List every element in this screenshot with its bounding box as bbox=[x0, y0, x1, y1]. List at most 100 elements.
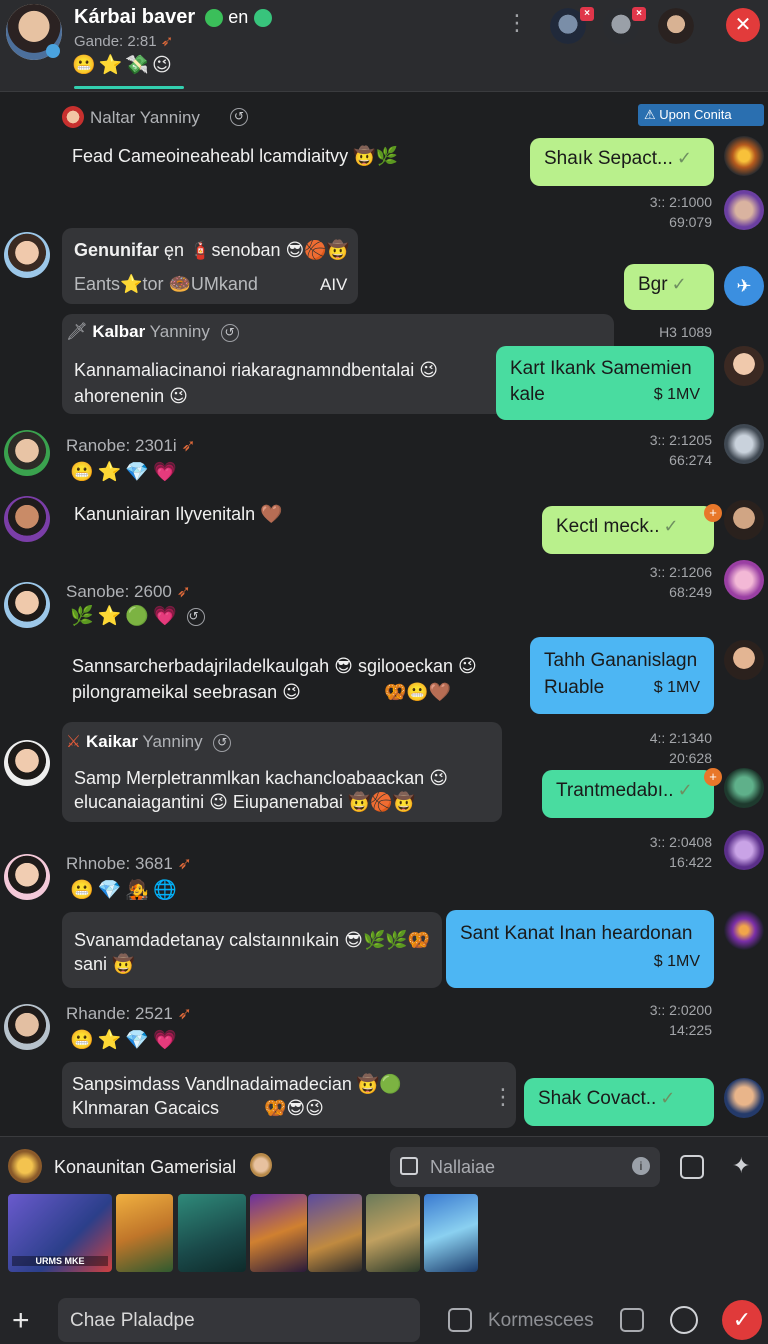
sender-avatar: ✈ bbox=[724, 266, 764, 306]
message-input-placeholder: Chae Plaladpe bbox=[70, 1310, 195, 1331]
media-thumbnail[interactable] bbox=[366, 1194, 420, 1272]
sender-avatar bbox=[4, 496, 50, 542]
message-trailing-emojis: 🥨😬🤎 bbox=[384, 682, 452, 702]
close-icon[interactable]: ✕ bbox=[726, 8, 760, 42]
media-thumbnail[interactable] bbox=[178, 1194, 246, 1272]
emoji-row: 😬⭐💎💗 bbox=[70, 462, 181, 483]
emoji-row: 😬💎🧑‍🎤🌐 bbox=[70, 880, 181, 901]
sender-avatar bbox=[4, 232, 50, 278]
info-icon[interactable]: i bbox=[632, 1157, 650, 1175]
chat-subtitle: Gande: 2:81 ➶ bbox=[74, 33, 174, 50]
sender-avatar bbox=[724, 424, 764, 464]
outgoing-message[interactable]: Kart Ikank Samemien kale $ 1MV bbox=[496, 346, 714, 420]
message-list[interactable]: Naltar Yanniny ↺ Fead Cameoineaheabl lca… bbox=[0, 92, 768, 1136]
outgoing-message[interactable]: Shak Covact.. ✓ bbox=[524, 1078, 714, 1126]
leaf-badge-icon bbox=[204, 8, 223, 27]
media-thumbnail[interactable]: URMS MKE bbox=[8, 1194, 112, 1272]
sword-icon: 🗡 bbox=[66, 322, 88, 341]
message-text: Kanuniairan Ilyvenitaln 🤎 bbox=[74, 504, 283, 524]
sender-avatar bbox=[4, 854, 50, 900]
sender-name: Ranobe: 2301i ➶ bbox=[66, 436, 196, 455]
verified-badge bbox=[46, 44, 60, 58]
message-text: pilongrameikal seebrasan 😉 bbox=[72, 682, 301, 702]
search-placeholder: Nallaiae bbox=[430, 1157, 496, 1177]
message-timestamp: 3:: 2:0408 16:422 bbox=[649, 834, 712, 870]
read-tick-icon: ✓ bbox=[660, 1088, 676, 1108]
secondary-label: Kormescees bbox=[488, 1310, 594, 1331]
sender-avatar bbox=[4, 1004, 50, 1050]
message-timestamp: 3:: 2:0200 14:225 bbox=[649, 1002, 712, 1038]
sender-name: 🗡 Kalbar Yanniny ↺ bbox=[66, 322, 239, 342]
globe-badge-icon bbox=[253, 8, 272, 27]
outgoing-message[interactable]: Sant Kanat Inan heardonan $ 1MV bbox=[446, 910, 714, 988]
add-reaction-icon[interactable]: + bbox=[704, 504, 722, 522]
message-text: Kannamaliacinanoi riakaragnamndbentalai … bbox=[74, 360, 438, 380]
outgoing-message[interactable]: Kectl meck.. ✓ bbox=[542, 506, 714, 554]
emoji-row: 🌿⭐🟢💗 ↺ bbox=[70, 606, 205, 627]
sender-avatar bbox=[724, 346, 764, 386]
sender-name: Rhande: 2521 ➶ bbox=[66, 1004, 192, 1023]
message-timestamp: 3:: 2:1206 68:249 bbox=[649, 564, 712, 600]
sender-avatar bbox=[724, 500, 764, 540]
bell-icon: ⚠ bbox=[644, 107, 656, 122]
media-thumbnail[interactable] bbox=[250, 1194, 307, 1272]
sender-avatar bbox=[62, 106, 84, 128]
header-tab-indicator bbox=[74, 86, 184, 89]
pin-icon[interactable]: ✦ bbox=[732, 1153, 750, 1179]
sticker-icon[interactable] bbox=[680, 1155, 704, 1179]
message-timestamp: 4:: 2:1340 20:628 bbox=[649, 730, 712, 766]
message-text: sani 🤠 bbox=[74, 954, 135, 974]
add-attachment-icon[interactable]: + bbox=[12, 1306, 30, 1336]
sender-avatar bbox=[724, 768, 764, 808]
sender-avatar bbox=[4, 582, 50, 628]
sender-avatar bbox=[724, 1078, 764, 1118]
crossed-swords-icon: ⚔ bbox=[66, 732, 82, 751]
message-timestamp: 3:: 2:1205 66:274 bbox=[649, 432, 712, 468]
sender-avatar bbox=[4, 740, 50, 786]
read-tick-icon: ✓ bbox=[671, 274, 687, 294]
sender-avatar bbox=[724, 640, 764, 680]
sender-name: Sanobe: 2600 ➶ bbox=[66, 582, 191, 601]
message-text: ahorenenin 😉 bbox=[74, 386, 188, 406]
outgoing-message[interactable]: Shaık Sepact... ✓ bbox=[530, 138, 714, 186]
chat-header: Kárbai baver en Gande: 2:81 ➶ 😬⭐💸😉 ⋮ × ×… bbox=[0, 0, 768, 92]
gif-icon[interactable] bbox=[620, 1308, 644, 1332]
outgoing-message[interactable]: Trantmedabı.. ✓ bbox=[542, 770, 714, 818]
channel-label: Konaunitan Gamerisial bbox=[54, 1157, 237, 1177]
message-text: Samp Merpletranmlkan kachancloabaackan 😉 bbox=[74, 768, 448, 788]
upcoming-button[interactable]: ⚠ Upon Conita bbox=[638, 104, 764, 126]
media-thumbnail[interactable] bbox=[424, 1194, 478, 1272]
remove-participant-icon[interactable]: × bbox=[580, 7, 594, 21]
send-button[interactable]: ✓ bbox=[722, 1300, 762, 1340]
message-text: Sannsarcherbadajriladelkaulgah 😎 sgilooe… bbox=[72, 656, 477, 676]
sender-avatar bbox=[4, 430, 50, 476]
channel-badge bbox=[250, 1153, 272, 1177]
header-emoji-row: 😬⭐💸😉 bbox=[72, 55, 175, 76]
add-reaction-icon[interactable]: + bbox=[704, 768, 722, 786]
note-icon bbox=[400, 1157, 418, 1175]
sender-avatar bbox=[724, 136, 764, 176]
more-options-icon[interactable]: ⋮ bbox=[506, 10, 528, 36]
sender-name: Rhnobe: 3681 ➶ bbox=[66, 854, 192, 873]
message-timestamp: H3 1089 bbox=[659, 324, 712, 340]
reaction-icon[interactable]: ↺ bbox=[224, 108, 248, 126]
remove-participant-icon[interactable]: × bbox=[632, 7, 646, 21]
channel-avatar[interactable] bbox=[8, 1149, 42, 1183]
message-title: Genunifar ęn 🧯senoban 😎🏀🤠 bbox=[74, 240, 350, 260]
emoji-row: 😬⭐💎💗 bbox=[70, 1030, 181, 1051]
message-options-icon[interactable]: ⋮ bbox=[492, 1084, 514, 1110]
message-timestamp: 3:: 2:1000 69:079 bbox=[649, 194, 712, 230]
read-tick-icon: ✓ bbox=[663, 516, 679, 536]
outgoing-message[interactable]: Bgr ✓ bbox=[624, 264, 714, 310]
timer-icon[interactable] bbox=[670, 1306, 698, 1334]
message-text: elucanaiagantini 😉 Eiupanenabai 🤠🏀🤠 bbox=[74, 792, 416, 812]
sender-name: ⚔ Kaikar Yanniny ↺ bbox=[66, 732, 232, 752]
read-tick-icon: ✓ bbox=[676, 148, 692, 168]
media-thumbnail[interactable] bbox=[116, 1194, 173, 1272]
media-thumbnail[interactable] bbox=[308, 1194, 362, 1272]
emoji-picker-icon[interactable] bbox=[448, 1308, 472, 1332]
participant-avatar-3[interactable] bbox=[658, 8, 694, 44]
read-tick-icon: ✓ bbox=[677, 780, 693, 800]
sender-avatar bbox=[724, 910, 764, 950]
outgoing-message[interactable]: Tahh Gananislagn Ruable $ 1MV bbox=[530, 637, 714, 714]
